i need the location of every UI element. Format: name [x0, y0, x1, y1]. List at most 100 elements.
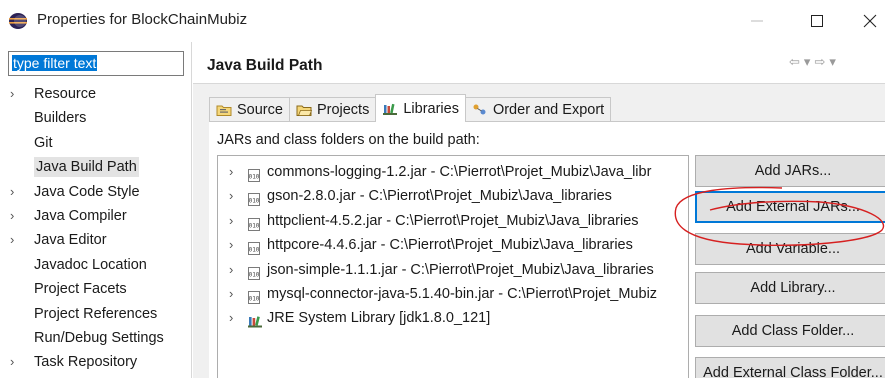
order-export-icon [473, 104, 486, 115]
tab-projects[interactable]: Projects [288, 97, 377, 122]
sidebar-item[interactable]: Project References [0, 302, 192, 326]
sidebar-item[interactable]: Javadoc Location [0, 253, 192, 277]
entry-label: httpcore-4.4.6.jar - C:\Pierrot\Projet_M… [267, 237, 633, 254]
sidebar-item[interactable]: › Java Code Style [0, 180, 192, 204]
jar-icon: 010 [248, 190, 260, 207]
svg-text:010: 010 [249, 247, 260, 254]
forward-arrow-icon[interactable]: ⇨ [814, 54, 825, 70]
svg-text:010: 010 [249, 174, 260, 181]
svg-text:010: 010 [249, 296, 260, 303]
svg-text:010: 010 [249, 222, 260, 229]
entry-label: httpclient-4.5.2.jar - C:\Pierrot\Projet… [267, 212, 639, 229]
forward-menu-chevron-icon[interactable]: ▾ [829, 54, 836, 70]
sidebar-item-label: Java Editor [34, 232, 107, 249]
project-folder-icon [296, 105, 312, 116]
sidebar-item[interactable]: › Task Repository [0, 350, 192, 374]
sidebar-item-label: Run/Debug Settings [34, 329, 164, 346]
tab-source-label: Source [237, 102, 283, 118]
jar-icon: 010 [248, 215, 260, 231]
expand-chevron-icon[interactable]: › [10, 82, 22, 106]
library-icon [248, 312, 262, 328]
add-class-folder-button[interactable]: Add Class Folder... [695, 315, 885, 347]
entry-label: json-simple-1.1.1.jar - C:\Pierrot\Proje… [267, 261, 654, 278]
property-page: Java Build Path ⇦ ▾ ⇨ ▾ Source Projects … [193, 42, 885, 378]
sidebar-item-label: Project References [34, 305, 158, 322]
entry-label: gson-2.8.0.jar - C:\Pierrot\Projet_Mubiz… [267, 188, 612, 205]
expand-chevron-icon[interactable]: › [10, 180, 22, 204]
tab-projects-label: Projects [316, 102, 370, 118]
maximize-icon [811, 15, 823, 27]
tab-order-and-export-label: Order and Export [492, 102, 605, 118]
expand-chevron-icon[interactable]: › [229, 282, 233, 306]
entry-label: commons-logging-1.2.jar - C:\Pierrot\Pro… [267, 164, 652, 180]
property-page-list: › Resource Builders Git Java Build Path › Java… [0, 82, 192, 375]
build-path-entry[interactable]: › JRE System Library [jdk1.8.0_121] [218, 306, 688, 330]
entry-label: mysql-connector-java-5.1.40-bin.jar - C:… [267, 286, 658, 302]
filter-text: type filter text [12, 55, 98, 71]
sidebar-item[interactable]: › Java Editor [0, 228, 192, 252]
back-menu-chevron-icon[interactable]: ▾ [804, 54, 811, 70]
page-header: Java Build Path ⇦ ▾ ⇨ ▾ [193, 42, 885, 84]
title-bar: Properties for BlockChainMubiz [0, 0, 885, 42]
expand-chevron-icon[interactable]: › [229, 160, 233, 184]
libraries-tab-body: JARs and class folders on the build path… [209, 122, 885, 378]
sidebar-item-label: Task Repository [34, 354, 138, 371]
build-path-entries[interactable]: › 010 commons-logging-1.2.jar - C:\Pierrot… [217, 155, 689, 378]
expand-chevron-icon[interactable]: › [10, 204, 22, 228]
build-path-entry[interactable]: › 010 commons-logging-1.2.jar - C:\Pierrot… [218, 160, 688, 184]
sidebar-item-label: Java Compiler [34, 207, 127, 224]
build-path-label: JARs and class folders on the build path… [217, 132, 480, 148]
add-library-button[interactable]: Add Library... [695, 272, 885, 304]
expand-chevron-icon[interactable]: › [229, 184, 233, 208]
build-path-tabs: Source Projects Libraries Order and Expo… [209, 94, 612, 122]
sidebar-item-label: Project Facets [34, 281, 127, 298]
minimize-icon [751, 20, 763, 22]
tab-source[interactable]: Source [209, 97, 290, 122]
expand-chevron-icon[interactable]: › [229, 258, 233, 282]
sidebar-item[interactable]: › Java Compiler [0, 204, 192, 228]
minimize-button[interactable] [735, 6, 779, 36]
build-path-entry[interactable]: › 010 json-simple-1.1.1.jar - C:\Pierrot\P… [218, 258, 688, 282]
expand-chevron-icon[interactable]: › [10, 350, 22, 374]
add-jars-button[interactable]: Add JARs... [695, 155, 885, 187]
tab-libraries-label: Libraries [403, 100, 459, 117]
jar-icon: 010 [248, 264, 260, 280]
sidebar-item[interactable]: Project Facets [0, 277, 192, 301]
jar-icon: 010 [248, 166, 260, 182]
sidebar-item-label: Java Code Style [34, 183, 140, 200]
tab-libraries[interactable]: Libraries [375, 94, 466, 122]
build-path-entry[interactable]: › 010 httpcore-4.4.6.jar - C:\Pierrot\Proj… [218, 233, 688, 257]
history-navigation: ⇦ ▾ ⇨ ▾ [789, 54, 836, 70]
filter-input[interactable]: type filter text [8, 51, 184, 76]
expand-chevron-icon[interactable]: › [10, 228, 22, 252]
sidebar-item[interactable]: Java Build Path [0, 155, 192, 179]
expand-chevron-icon[interactable]: › [229, 306, 233, 330]
build-path-entry[interactable]: › 010 mysql-connector-java-5.1.40-bin.jar … [218, 282, 688, 306]
libraries-icon [383, 103, 398, 115]
build-path-entry[interactable]: › 010 httpclient-4.5.2.jar - C:\Pierrot\Pr… [218, 209, 688, 233]
add-external-jars-button[interactable]: Add External JARs... [695, 191, 885, 223]
add-variable-button[interactable]: Add Variable... [695, 233, 885, 265]
window-title: Properties for BlockChainMubiz [37, 11, 248, 28]
jar-icon: 010 [248, 288, 260, 304]
eclipse-app-icon [9, 13, 27, 29]
back-arrow-icon[interactable]: ⇦ [789, 54, 800, 70]
sidebar-item[interactable]: Git [0, 131, 192, 155]
svg-text:010: 010 [249, 271, 260, 278]
sidebar-item-label: Git [34, 134, 53, 151]
add-external-class-folder-button[interactable]: Add External Class Folder... [695, 357, 885, 378]
expand-chevron-icon[interactable]: › [229, 209, 233, 233]
sidebar-item[interactable]: Builders [0, 106, 192, 130]
close-button[interactable] [848, 6, 885, 36]
sidebar-item[interactable]: › Resource [0, 82, 192, 106]
properties-sidebar: type filter text › Resource Builders Git Jav… [0, 42, 192, 378]
tab-order-and-export[interactable]: Order and Export [464, 97, 612, 122]
sidebar-item-label: Javadoc Location [34, 256, 147, 273]
expand-chevron-icon[interactable]: › [229, 233, 233, 257]
close-icon [863, 14, 877, 28]
sidebar-item[interactable]: Run/Debug Settings [0, 326, 192, 350]
maximize-button[interactable] [795, 6, 839, 36]
sidebar-item-label: Builders [34, 110, 87, 127]
sidebar-item-label: Java Build Path [34, 157, 139, 178]
build-path-entry[interactable]: › 010 gson-2.8.0.jar - C:\Pierrot\Projet_M… [218, 184, 688, 208]
